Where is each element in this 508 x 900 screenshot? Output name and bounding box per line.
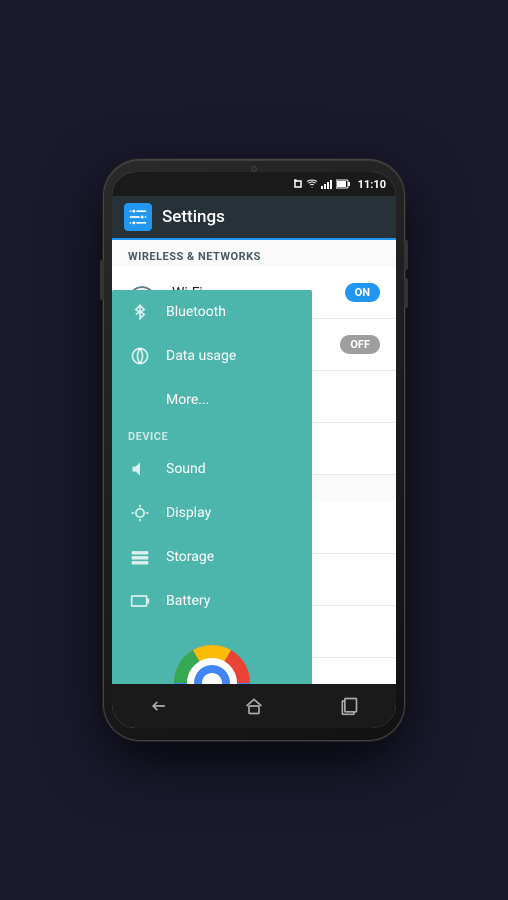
bluetooth-toggle[interactable]: OFF (340, 335, 380, 354)
chrome-overlay-popup: Bluetooth Data usage (112, 290, 312, 684)
power-button[interactable] (100, 260, 104, 300)
settings-content: WIRELESS & NETWORKS Wi-Fi ON (112, 240, 396, 684)
overlay-storage-item[interactable]: Storage (112, 535, 312, 579)
nav-bar (112, 684, 396, 728)
overlay-bluetooth-icon (128, 300, 152, 324)
overlay-battery-icon (128, 589, 152, 613)
overlay-more-icon (128, 388, 152, 412)
chrome-logo-container: Chrome (112, 623, 312, 684)
overlay-data-item[interactable]: Data usage (112, 334, 312, 378)
overlay-bluetooth-item[interactable]: Bluetooth (112, 290, 312, 334)
wifi-toggle[interactable]: ON (345, 283, 380, 302)
overlay-sound-icon (128, 457, 152, 481)
status-icons (293, 179, 350, 189)
overlay-storage-label: Storage (166, 549, 214, 565)
battery-status-icon (336, 179, 350, 189)
overlay-display-icon (128, 501, 152, 525)
overlay-sound-label: Sound (166, 461, 206, 477)
status-time: 11:10 (358, 178, 386, 191)
overlay-battery-label: Battery (166, 593, 210, 609)
home-button[interactable] (229, 686, 279, 726)
overlay-battery-item[interactable]: Battery (112, 579, 312, 623)
overlay-more-item[interactable]: More... (112, 378, 312, 422)
chrome-logo-icon (172, 643, 252, 684)
overlay-more-label: More... (166, 392, 209, 408)
wifi-icon (306, 179, 318, 189)
signal-icon (321, 179, 333, 189)
overlay-display-label: Display (166, 505, 211, 521)
rotate-icon (293, 179, 303, 189)
back-button[interactable] (134, 686, 184, 726)
app-bar-title: Settings (162, 207, 225, 227)
overlay-device-header: DEVICE (112, 422, 312, 447)
status-bar: 11:10 (112, 172, 396, 196)
volume-down-button[interactable] (404, 278, 408, 308)
recents-button[interactable] (324, 686, 374, 726)
overlay-storage-icon (128, 545, 152, 569)
phone-screen: 11:10 Settings WIRELESS & NETWORKS (112, 172, 396, 728)
overlay-display-item[interactable]: Display (112, 491, 312, 535)
overlay-data-icon (128, 344, 152, 368)
wireless-section-header: WIRELESS & NETWORKS (112, 240, 396, 267)
settings-app-icon (124, 203, 152, 231)
phone-device: 11:10 Settings WIRELESS & NETWORKS (104, 160, 404, 740)
overlay-data-label: Data usage (166, 348, 236, 364)
overlay-bluetooth-label: Bluetooth (166, 304, 226, 320)
overlay-sound-item[interactable]: Sound (112, 447, 312, 491)
app-bar: Settings (112, 196, 396, 240)
volume-up-button[interactable] (404, 240, 408, 270)
